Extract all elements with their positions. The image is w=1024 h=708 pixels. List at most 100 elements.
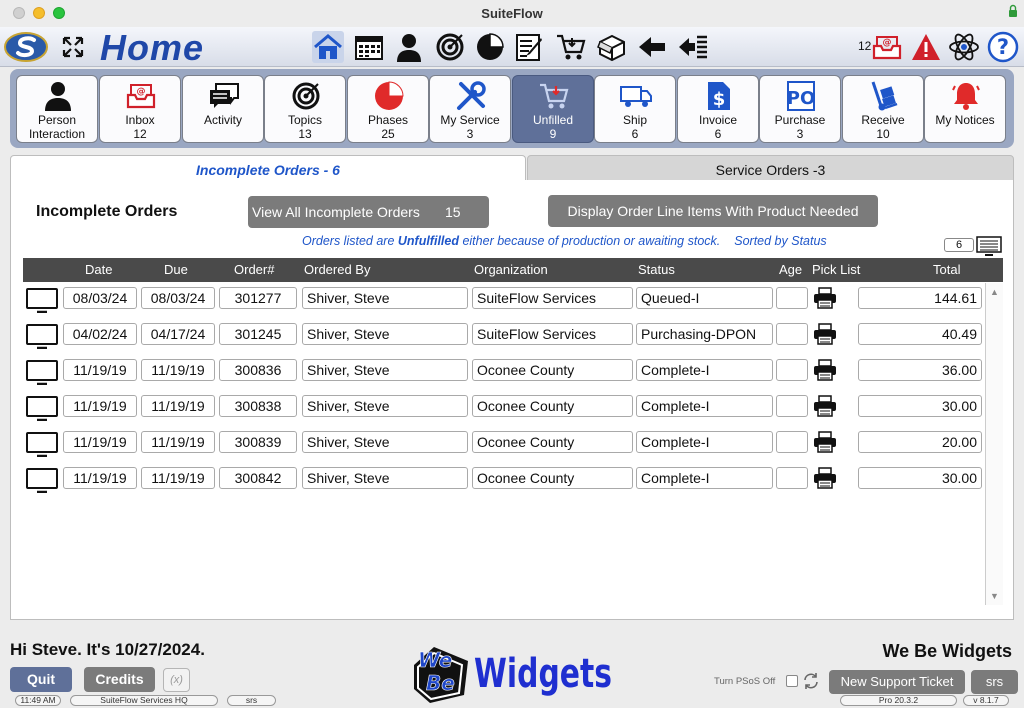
monitor-icon[interactable]	[25, 395, 59, 421]
cell-ordered-by[interactable]: Shiver, Steve	[302, 395, 468, 417]
cell-age[interactable]	[776, 431, 808, 453]
function-button[interactable]: (x)	[163, 668, 190, 692]
scroll-down-arrow-icon[interactable]: ▼	[990, 591, 999, 601]
cell-due[interactable]: 11/19/19	[141, 467, 215, 489]
table-row[interactable]: 11/19/19 11/19/19 300838 Shiver, Steve O…	[23, 395, 985, 421]
col-order[interactable]: Order#	[234, 262, 274, 277]
cell-ordered-by[interactable]: Shiver, Steve	[302, 287, 468, 309]
pie-chart-icon[interactable]	[474, 31, 506, 63]
printer-icon[interactable]	[813, 359, 837, 381]
cell-status[interactable]: Complete-I	[636, 431, 773, 453]
srs-button[interactable]: srs	[971, 670, 1018, 694]
cell-due[interactable]: 04/17/24	[141, 323, 215, 345]
module-receive[interactable]: Receive 10	[842, 75, 924, 143]
cell-status[interactable]: Complete-I	[636, 395, 773, 417]
module-topics[interactable]: Topics 13	[264, 75, 346, 143]
cell-organization[interactable]: Oconee County	[472, 431, 633, 453]
cell-organization[interactable]: Oconee County	[472, 359, 633, 381]
box-icon[interactable]	[596, 31, 628, 63]
monitor-icon[interactable]	[25, 467, 59, 493]
module-person-interaction[interactable]: Person Interaction	[16, 75, 98, 143]
cell-date[interactable]: 08/03/24	[63, 287, 137, 309]
table-row[interactable]: 11/19/19 11/19/19 300836 Shiver, Steve O…	[23, 359, 985, 385]
cell-date[interactable]: 11/19/19	[63, 467, 137, 489]
col-pick-list[interactable]: Pick List	[812, 262, 860, 277]
tab-service-orders[interactable]: Service Orders -3	[527, 155, 1014, 181]
atom-icon[interactable]	[948, 31, 980, 63]
cell-organization[interactable]: Oconee County	[472, 395, 633, 417]
expand-icon[interactable]	[61, 35, 85, 59]
printer-icon[interactable]	[813, 323, 837, 345]
cart-icon[interactable]	[555, 31, 587, 63]
cell-due[interactable]: 11/19/19	[141, 395, 215, 417]
cell-total[interactable]: 36.00	[858, 359, 982, 381]
calendar-icon[interactable]	[353, 31, 385, 63]
cell-total[interactable]: 30.00	[858, 395, 982, 417]
cell-ordered-by[interactable]: Shiver, Steve	[302, 467, 468, 489]
new-support-ticket-button[interactable]: New Support Ticket	[829, 670, 965, 694]
suiteflow-logo-icon[interactable]	[3, 31, 49, 63]
credits-button[interactable]: Credits	[84, 667, 155, 692]
scroll-up-arrow-icon[interactable]: ▲	[990, 287, 999, 297]
cell-status[interactable]: Purchasing-DPON	[636, 323, 773, 345]
cell-status[interactable]: Queued-I	[636, 287, 773, 309]
col-ordered-by[interactable]: Ordered By	[304, 262, 370, 277]
module-my-service[interactable]: My Service 3	[429, 75, 511, 143]
module-ship[interactable]: Ship 6	[594, 75, 676, 143]
col-due[interactable]: Due	[164, 262, 188, 277]
edit-list-icon[interactable]	[514, 31, 546, 63]
cell-date[interactable]: 11/19/19	[63, 395, 137, 417]
module-my-notices[interactable]: My Notices	[924, 75, 1006, 143]
col-organization[interactable]: Organization	[474, 262, 548, 277]
cell-total[interactable]: 40.49	[858, 323, 982, 345]
inbox-icon[interactable]: @	[871, 31, 903, 63]
cell-order-number[interactable]: 301277	[219, 287, 297, 309]
cell-due[interactable]: 08/03/24	[141, 287, 215, 309]
col-status[interactable]: Status	[638, 262, 675, 277]
view-all-incomplete-button[interactable]: View All Incomplete Orders 15	[248, 196, 489, 228]
cell-date[interactable]: 11/19/19	[63, 359, 137, 381]
cell-age[interactable]	[776, 467, 808, 489]
cell-order-number[interactable]: 300836	[219, 359, 297, 381]
back-arrow-icon[interactable]	[636, 31, 668, 63]
cell-total[interactable]: 30.00	[858, 467, 982, 489]
table-row[interactable]: 11/19/19 11/19/19 300842 Shiver, Steve O…	[23, 467, 985, 493]
col-total[interactable]: Total	[933, 262, 960, 277]
table-row[interactable]: 08/03/24 08/03/24 301277 Shiver, Steve S…	[23, 287, 985, 313]
display-line-items-button[interactable]: Display Order Line Items With Product Ne…	[548, 195, 878, 227]
module-unfilled[interactable]: Unfilled 9	[512, 75, 594, 143]
target-icon[interactable]	[434, 31, 466, 63]
cell-ordered-by[interactable]: Shiver, Steve	[302, 431, 468, 453]
cell-total[interactable]: 20.00	[858, 431, 982, 453]
module-purchase[interactable]: PO Purchase 3	[759, 75, 841, 143]
cell-ordered-by[interactable]: Shiver, Steve	[302, 359, 468, 381]
cell-organization[interactable]: Oconee County	[472, 467, 633, 489]
refresh-icon[interactable]	[802, 672, 820, 690]
cell-due[interactable]: 11/19/19	[141, 431, 215, 453]
table-row[interactable]: 11/19/19 11/19/19 300839 Shiver, Steve O…	[23, 431, 985, 457]
help-icon[interactable]: ?	[987, 31, 1019, 63]
cell-organization[interactable]: SuiteFlow Services	[472, 323, 633, 345]
alert-icon[interactable]	[910, 31, 942, 63]
monitor-icon[interactable]	[25, 359, 59, 385]
monitor-icon[interactable]	[25, 323, 59, 349]
monitor-icon[interactable]	[25, 431, 59, 457]
back-list-icon[interactable]	[677, 31, 709, 63]
cell-age[interactable]	[776, 323, 808, 345]
cell-total[interactable]: 144.61	[858, 287, 982, 309]
monitor-icon[interactable]	[25, 287, 59, 313]
quit-button[interactable]: Quit	[10, 667, 72, 692]
cell-age[interactable]	[776, 287, 808, 309]
module-inbox[interactable]: @ Inbox 12	[99, 75, 181, 143]
cell-age[interactable]	[776, 359, 808, 381]
cell-order-number[interactable]: 300839	[219, 431, 297, 453]
printer-icon[interactable]	[813, 287, 837, 309]
home-icon[interactable]	[312, 31, 344, 63]
psos-checkbox[interactable]	[786, 675, 798, 687]
table-row[interactable]: 04/02/24 04/17/24 301245 Shiver, Steve S…	[23, 323, 985, 349]
printer-icon[interactable]	[813, 395, 837, 417]
tab-incomplete-orders[interactable]: Incomplete Orders - 6	[10, 155, 526, 181]
cell-ordered-by[interactable]: Shiver, Steve	[302, 323, 468, 345]
cell-order-number[interactable]: 300842	[219, 467, 297, 489]
cell-status[interactable]: Complete-I	[636, 359, 773, 381]
